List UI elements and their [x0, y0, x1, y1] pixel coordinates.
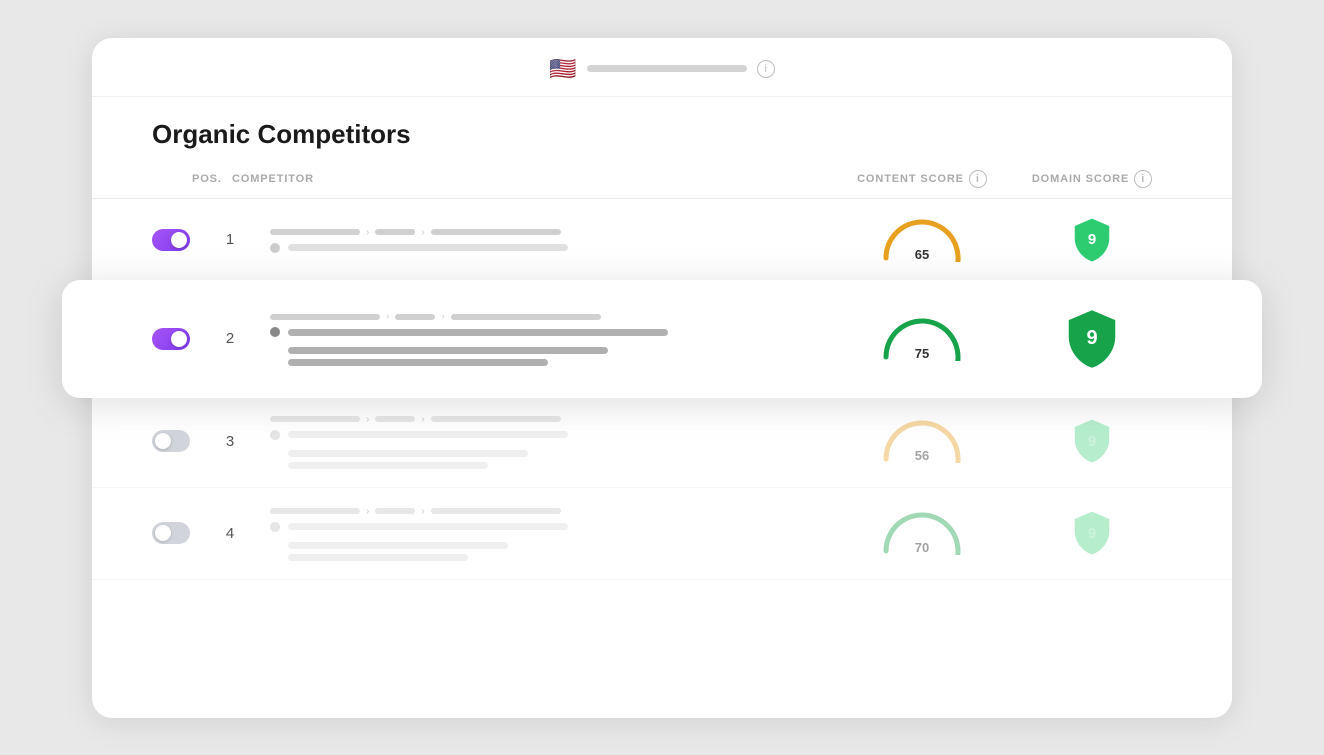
table-header: POS. COMPETITOR CONTENT SCORE i DOMAIN S… — [92, 160, 1232, 199]
top-bar: 🇺🇸 i — [92, 38, 1232, 97]
breadcrumb-row: ›› — [270, 506, 832, 517]
gauge-number-2: 75 — [882, 346, 962, 361]
shield-number-2: 9 — [1086, 327, 1097, 350]
domain-wrap-1: 9 — [1012, 217, 1172, 263]
domain-wrap-2: 9 — [1012, 308, 1172, 370]
gauge-wrap-4: 70 — [832, 511, 1012, 555]
competitor-row: 1›› 65 9 — [92, 199, 1232, 282]
shield-number-4: 9 — [1088, 525, 1096, 542]
shield-icon-4: 9 — [1071, 510, 1113, 556]
competitor-info-4: ›› — [270, 506, 832, 561]
row-pos-2: 2 — [190, 330, 270, 347]
main-bar-2 — [270, 327, 832, 337]
rows-wrapper: 1›› 65 92›› 75 93›› 56 94›› 70 9 — [92, 199, 1232, 580]
col-content-score-header: CONTENT SCORE i — [832, 170, 1012, 188]
shield-icon-3: 9 — [1071, 418, 1113, 464]
row-pos-1: 1 — [190, 231, 270, 248]
gauge-wrap-1: 65 — [832, 218, 1012, 262]
extra-lines-4 — [270, 542, 832, 561]
col-pos-header: POS. — [152, 173, 232, 185]
domain-wrap-4: 9 — [1012, 510, 1172, 556]
competitor-row: 2›› 75 9 — [62, 280, 1262, 398]
shield-number-1: 9 — [1088, 231, 1096, 248]
competitor-row: 4›› 70 9 — [92, 488, 1232, 580]
breadcrumb-row: ›› — [270, 227, 832, 238]
col-domain-score-header: DOMAIN SCORE i — [1012, 170, 1172, 188]
toggle-row-1[interactable] — [152, 229, 190, 251]
main-bar-3 — [270, 430, 832, 440]
main-card: 🇺🇸 i Organic Competitors POS. COMPETITOR… — [92, 38, 1232, 718]
competitor-info-3: ›› — [270, 414, 832, 469]
gauge-wrap-3: 56 — [832, 419, 1012, 463]
breadcrumb-row: ›› — [270, 414, 832, 425]
main-bar-1 — [270, 243, 832, 253]
content-score-info-icon[interactable]: i — [969, 170, 987, 188]
flag-icon: 🇺🇸 — [549, 56, 576, 82]
toggle-row-2[interactable] — [152, 328, 190, 350]
toggle-row-4[interactable] — [152, 522, 190, 544]
competitor-info-1: ›› — [270, 227, 832, 253]
shield-icon-2: 9 — [1064, 308, 1120, 370]
gauge-number-1: 65 — [882, 247, 962, 262]
top-bar-line — [587, 65, 747, 72]
row-pos-3: 3 — [190, 433, 270, 450]
shield-number-3: 9 — [1088, 433, 1096, 450]
gauge-number-3: 56 — [882, 448, 962, 463]
competitor-row: 3›› 56 9 — [92, 396, 1232, 488]
competitor-info-2: ›› — [270, 311, 832, 366]
extra-lines-3 — [270, 450, 832, 469]
row-pos-4: 4 — [190, 525, 270, 542]
gauge-number-4: 70 — [882, 540, 962, 555]
domain-score-info-icon[interactable]: i — [1134, 170, 1152, 188]
shield-icon-1: 9 — [1071, 217, 1113, 263]
domain-wrap-3: 9 — [1012, 418, 1172, 464]
extra-lines-2 — [270, 347, 832, 366]
gauge-wrap-2: 75 — [832, 317, 1012, 361]
info-icon-top[interactable]: i — [757, 60, 775, 78]
col-competitor-header: COMPETITOR — [232, 173, 832, 185]
main-bar-4 — [270, 522, 832, 532]
section-title: Organic Competitors — [92, 97, 1232, 160]
toggle-row-3[interactable] — [152, 430, 190, 452]
breadcrumb-row: ›› — [270, 311, 832, 322]
